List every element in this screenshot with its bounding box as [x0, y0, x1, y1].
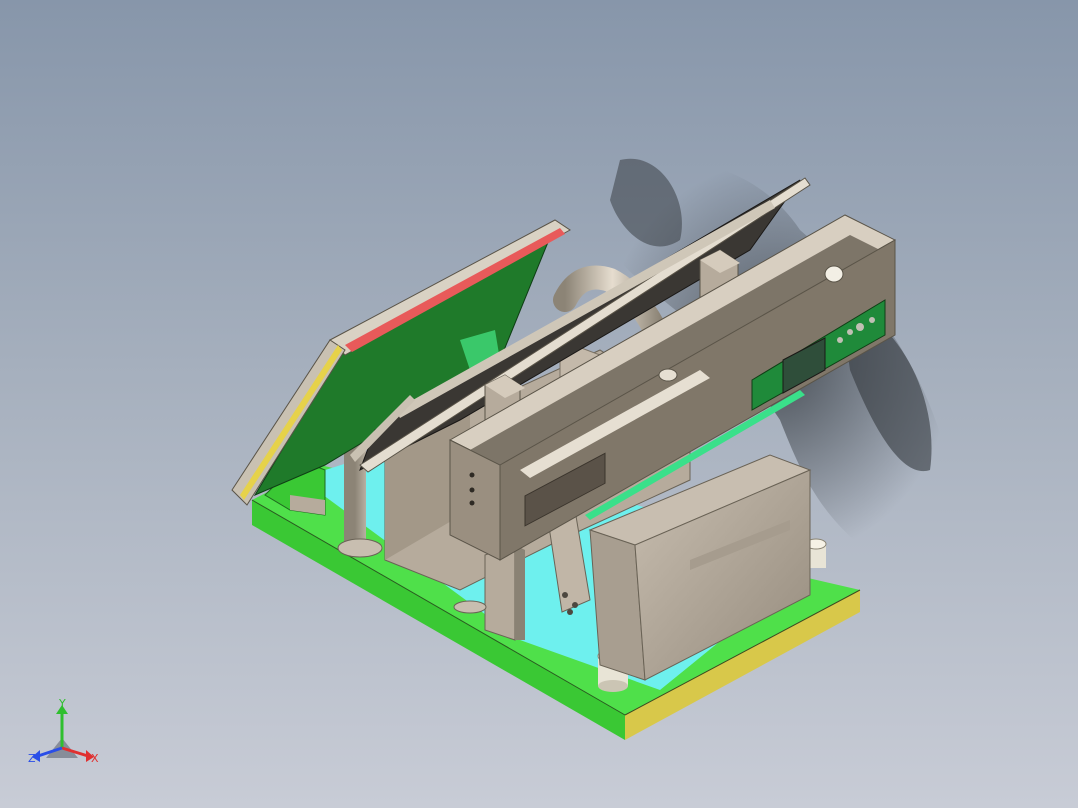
axis-triad[interactable]: Y X Z — [28, 697, 99, 765]
y-axis-label: Y — [58, 697, 66, 710]
z-axis-label: Z — [28, 752, 36, 765]
cad-viewport[interactable]: Y X Z — [0, 0, 1078, 808]
cad-model-render[interactable]: Y X Z — [0, 0, 1078, 808]
x-axis-label: X — [91, 752, 99, 765]
